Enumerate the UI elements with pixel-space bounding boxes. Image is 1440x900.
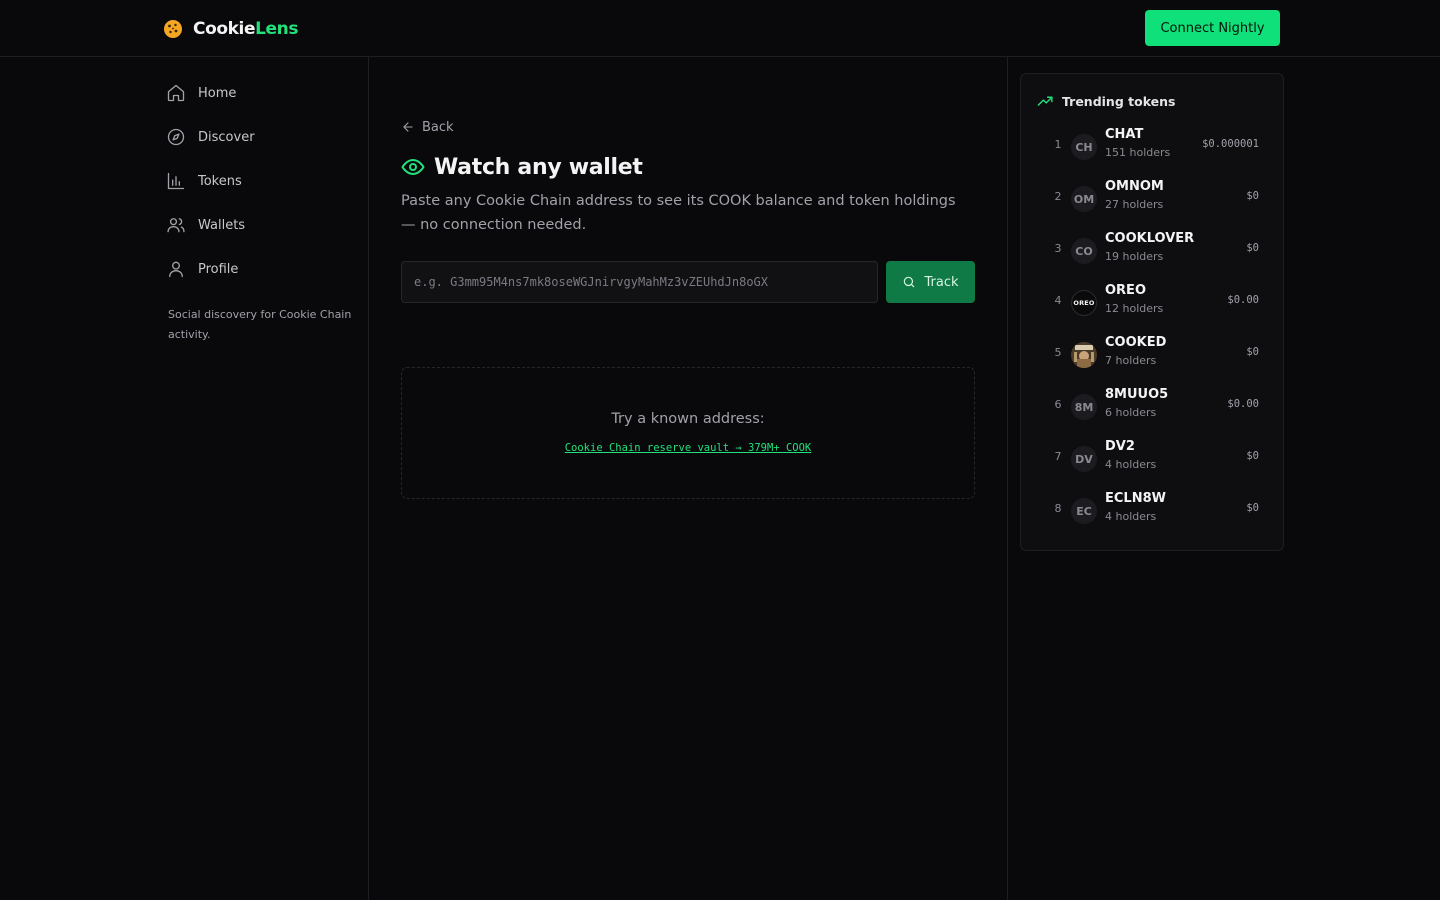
token-price: $0 [1246,242,1259,254]
sidebar-item-label: Tokens [198,173,242,189]
page-title-row: Watch any wallet [401,151,643,183]
sidebar-item-profile[interactable]: Profile [166,256,356,282]
bar-chart-icon [167,172,185,190]
logo-text-cookie: Cookie [193,19,256,39]
page-subtitle: Paste any Cookie Chain address to see it… [401,193,956,233]
token-row[interactable]: 5 COOKED 7 holders $0 [1021,333,1283,377]
token-rank: 7 [1054,450,1062,463]
token-avatar: CH [1071,134,1097,160]
sidebar-item-label: Home [198,85,237,101]
token-holders: 27 holders [1105,198,1164,211]
trending-tokens-card: Trending tokens 1 CH CHAT 151 holders $0… [1020,73,1284,551]
sidebar-item-home[interactable]: Home [166,80,356,106]
token-rank: 5 [1054,346,1062,359]
sidebar: Home Discover Tokens Wallets Profile Soc… [0,57,369,900]
sidebar-item-tokens[interactable]: Tokens [166,168,356,194]
token-name: 8MUUO5 [1105,387,1169,402]
logo-text: CookieLens [193,19,298,39]
token-holders: 12 holders [1105,302,1164,315]
sidebar-item-label: Discover [198,129,255,145]
logo-text-lens: Lens [255,19,299,39]
top-header: CookieLens Connect Nightly [0,0,1440,57]
token-rank: 4 [1054,294,1062,307]
token-avatar: 8M [1071,394,1097,420]
token-name: OREO [1105,283,1146,298]
token-price: $0.000001 [1202,138,1259,150]
token-holders: 7 holders [1105,354,1157,367]
token-name: ECLN8W [1105,491,1166,506]
token-holders: 6 holders [1105,406,1157,419]
token-name: COOKLOVER [1105,231,1195,246]
token-avatar: OM [1071,186,1097,212]
token-price: $0 [1246,502,1259,514]
sidebar-item-label: Wallets [198,217,246,233]
token-rank: 3 [1054,242,1062,255]
token-avatar: DV [1071,446,1097,472]
token-row[interactable]: 2 OM OMNOM 27 holders $0 [1021,177,1283,221]
token-name: CHAT [1105,127,1144,142]
token-holders: 19 holders [1105,250,1164,263]
trending-title: Trending tokens [1062,93,1176,109]
token-row[interactable]: 3 CO COOKLOVER 19 holders $0 [1021,229,1283,273]
token-rank: 6 [1054,398,1062,411]
token-row[interactable]: 6 8M 8MUUO5 6 holders $0.00 [1021,385,1283,429]
token-holders: 4 holders [1105,458,1157,471]
token-rank: 1 [1054,138,1062,151]
token-price: $0.00 [1227,398,1259,410]
back-link[interactable]: Back [401,117,454,137]
sidebar-item-label: Profile [198,261,239,277]
logo[interactable]: CookieLens [163,17,298,41]
token-row[interactable]: 4 OREO OREO 12 holders $0.00 [1021,281,1283,325]
track-button[interactable]: Track [886,261,975,303]
token-holders: 4 holders [1105,510,1157,523]
sidebar-tagline: Social discovery for Cookie Chain activi… [168,308,352,341]
token-avatar-image [1071,342,1097,368]
eye-icon [401,159,425,175]
connect-wallet-button[interactable]: Connect Nightly [1145,10,1280,46]
token-row[interactable]: 8 EC ECLN8W 4 holders $0 [1021,489,1283,533]
token-price: $0 [1246,346,1259,358]
token-holders: 151 holders [1105,146,1171,159]
home-icon [167,84,185,102]
known-address-label: Try a known address: [611,411,765,427]
sidebar-item-discover[interactable]: Discover [166,124,356,150]
token-price: $0 [1246,190,1259,202]
token-name: OMNOM [1105,179,1164,194]
arrow-left-icon [403,122,413,132]
wallet-address-input[interactable] [401,261,878,303]
sidebar-item-wallets[interactable]: Wallets [166,212,356,238]
track-label: Track [924,274,959,290]
token-avatar: CO [1071,238,1097,264]
known-address-link[interactable]: Cookie Chain reserve vault → 379M+ COOK [402,442,974,454]
users-icon [167,218,185,233]
token-name: DV2 [1105,439,1135,454]
known-address-box: Try a known address: Cookie Chain reserv… [401,367,975,499]
trending-header: Trending tokens [1037,91,1175,111]
token-row[interactable]: 1 CH CHAT 151 holders $0.000001 [1021,125,1283,169]
cooked-token-image [1071,342,1097,368]
token-rank: 8 [1054,502,1062,515]
token-row[interactable]: 7 DV DV2 4 holders $0 [1021,437,1283,481]
user-icon [169,261,183,278]
token-name: COOKED [1105,335,1167,350]
page-title: Watch any wallet [434,154,643,180]
compass-icon [167,128,185,146]
token-avatar-oreo-logo: OREO [1071,290,1097,316]
search-icon [904,276,915,288]
token-price: $0 [1246,450,1259,462]
back-label: Back [422,119,454,135]
cookie-icon [164,20,182,38]
trending-up-icon [1037,96,1053,106]
token-rank: 2 [1054,190,1062,203]
token-price: $0.00 [1227,294,1259,306]
token-avatar: EC [1071,498,1097,524]
